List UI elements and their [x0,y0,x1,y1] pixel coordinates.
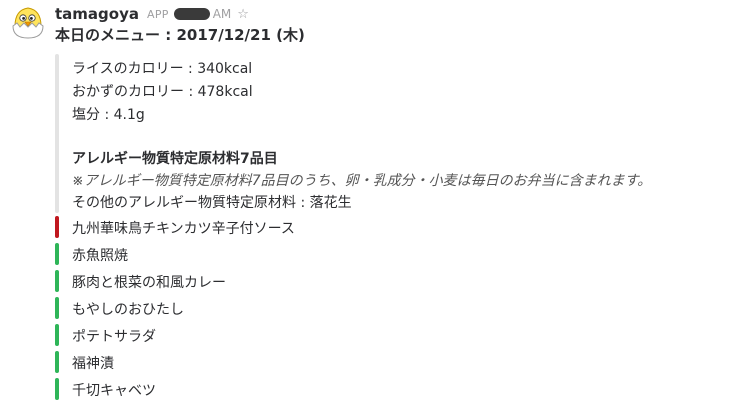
app-badge: APP [147,7,169,21]
message-header: tamagoya APP AM ☆ [55,4,249,24]
salt-content: 塩分 : 4.1g [72,107,145,123]
menu-item: 赤魚照焼 [55,243,735,265]
menu-item-label: 福神漬 [72,356,114,372]
message-title: 本日のメニュー : 2017/12/21 (木) [55,26,305,44]
item-color-bar [55,243,59,265]
menu-item: 豚肉と根菜の和風カレー [55,270,735,292]
rice-calories: ライスのカロリー : 340kcal [72,61,253,77]
menu-item: ポテトサラダ [55,324,735,346]
menu-item: もやしのおひたし [55,297,735,319]
menu-item-label: 赤魚照焼 [72,248,128,264]
item-color-bar [55,378,59,400]
menu-item-label: ポテトサラダ [72,329,156,345]
other-allergens: その他のアレルギー物質特定原材料 : 落花生 [72,195,352,211]
menu-item: 福神漬 [55,351,735,373]
star-icon[interactable]: ☆ [237,7,249,22]
time-suffix: AM [212,7,232,21]
item-color-bar [55,216,59,238]
menu-item: 九州華味鳥チキンカツ辛子付ソース [55,216,735,238]
redacted-time [173,8,210,20]
item-color-bar [55,324,59,346]
avatar[interactable] [10,4,46,40]
item-color-bar [55,297,59,319]
menu-item-label: 豚肉と根菜の和風カレー [72,275,226,291]
attachment-bar [55,54,59,213]
allergen-heading: アレルギー物質特定原材料7品目 [72,151,278,167]
nutrition-attachment: ライスのカロリー : 340kcal おかずのカロリー : 478kcal 塩分… [55,54,735,213]
timestamp[interactable]: AM [173,7,232,21]
sender-name[interactable]: tamagoya [55,5,139,23]
menu-item-label: もやしのおひたし [72,302,184,318]
menu-item: 千切キャベツ [55,378,735,400]
item-color-bar [55,351,59,373]
menu-item-label: 千切キャベツ [72,383,156,399]
menu-item-label: 九州華味鳥チキンカツ辛子付ソース [72,221,295,237]
side-calories: おかずのカロリー : 478kcal [72,84,253,100]
item-color-bar [55,270,59,292]
message: tamagoya APP AM ☆ 本日のメニュー : 2017/12/21 (… [0,0,750,410]
allergen-note: ※アレルギー物質特定原材料7品目のうち、卵・乳成分・小麦は毎日のお弁当に含まれま… [72,173,652,189]
chick-egg-icon [12,7,44,39]
